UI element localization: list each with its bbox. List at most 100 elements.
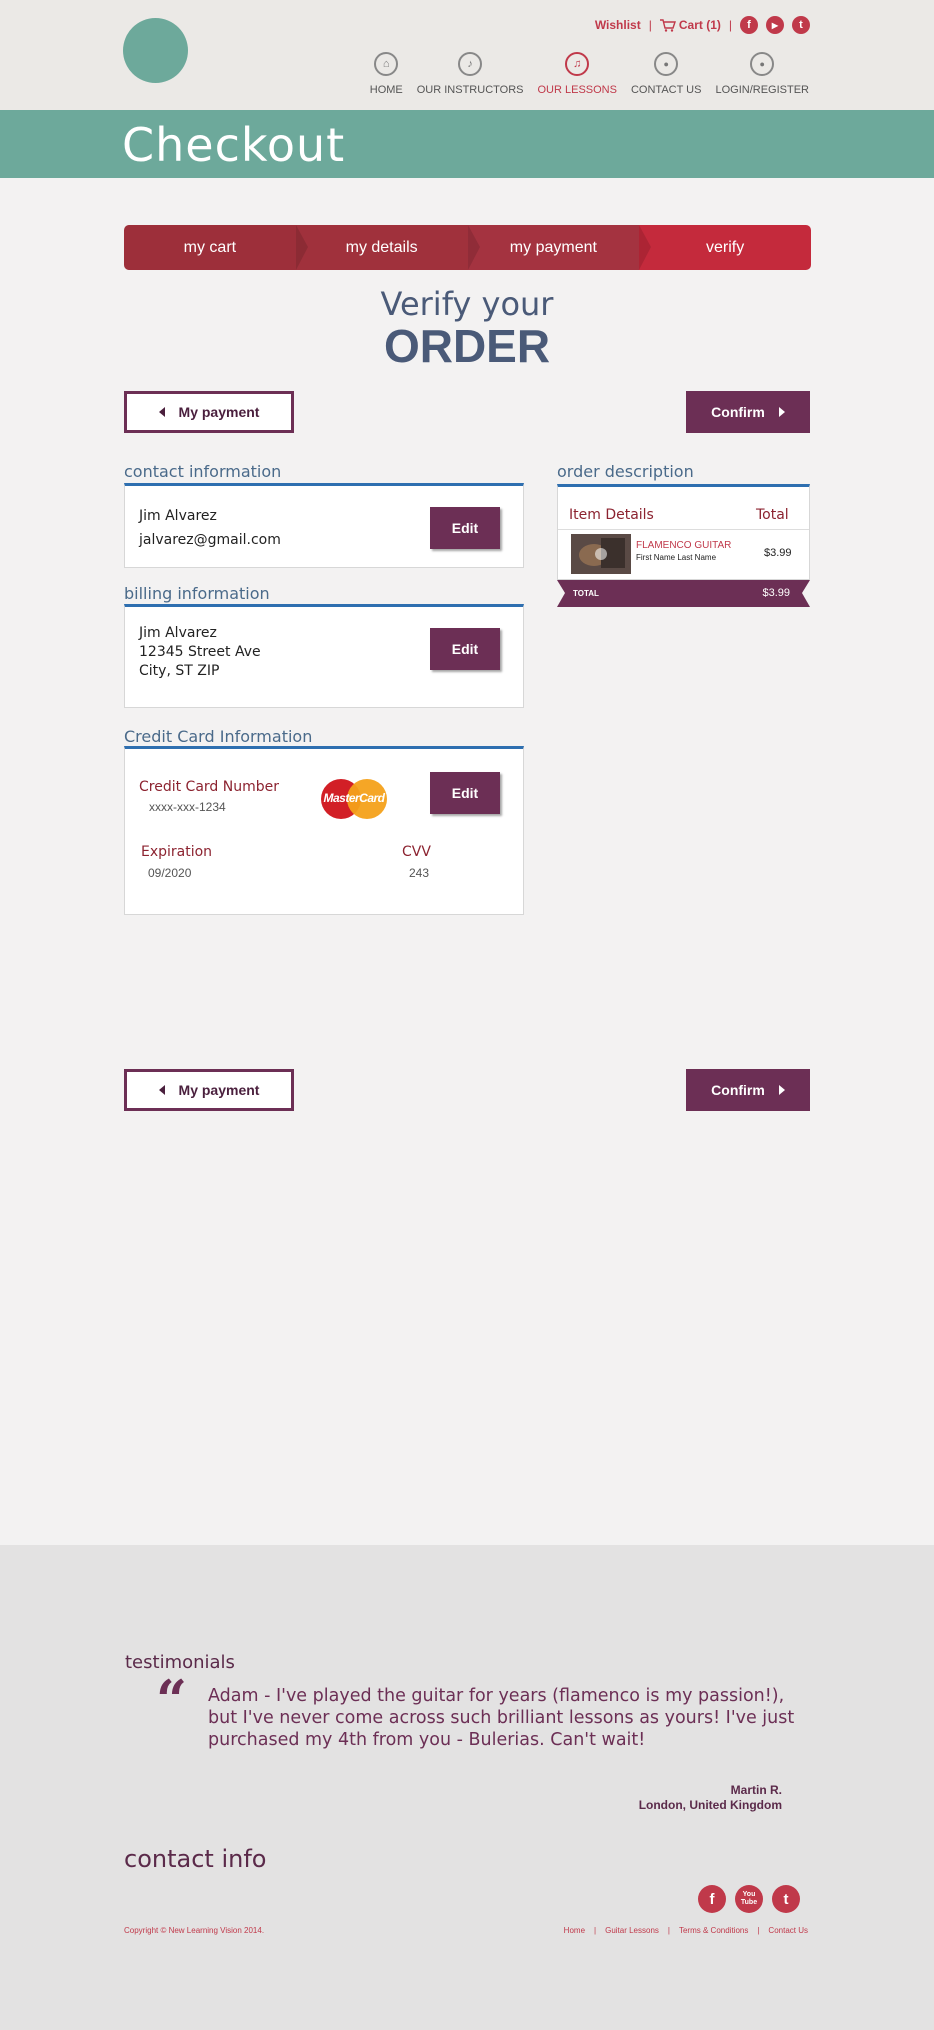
item-price: $3.99 <box>764 547 792 559</box>
back-to-payment-button[interactable]: My payment <box>124 391 294 433</box>
cart-icon <box>659 19 676 32</box>
contact-info-heading: contact info <box>124 1845 267 1873</box>
card-number: xxxx-xxx-1234 <box>149 800 226 814</box>
contact-name: Jim Alvarez <box>139 508 217 524</box>
author-name: Martin R. <box>730 1783 782 1797</box>
step-verify[interactable]: verify <box>639 225 811 270</box>
contact-info-title: contact information <box>124 462 282 481</box>
footer-link-guitar-lessons[interactable]: Guitar Lessons <box>605 1926 659 1935</box>
chat-bubble-icon: ● <box>654 52 679 76</box>
caret-right-icon <box>778 407 785 417</box>
separator: | <box>648 18 652 32</box>
verify-heading: Verify your ORDER <box>0 285 934 373</box>
twitter-icon[interactable]: t <box>792 16 810 34</box>
total-label: TOTAL <box>573 589 599 598</box>
nav-our-lessons[interactable]: ♫ OUR LESSONS <box>538 52 617 96</box>
credit-card-title: Credit Card Information <box>124 727 313 746</box>
col-total: Total <box>756 507 789 523</box>
site-header: Wishlist | Cart (1) | f ▶ t ⌂ HOME ♪ OUR… <box>0 0 934 110</box>
twitter-icon[interactable]: t <box>772 1885 800 1913</box>
nav-label: LOGIN/REGISTER <box>715 84 809 96</box>
nav-home[interactable]: ⌂ HOME <box>370 52 403 96</box>
confirm-button-label: Confirm <box>711 1082 765 1098</box>
nav-label: CONTACT US <box>630 84 702 96</box>
footer-link-contact-us[interactable]: Contact Us <box>768 1926 808 1935</box>
cvv-value: 243 <box>409 866 430 880</box>
caret-left-icon <box>158 407 165 417</box>
separator: | <box>757 1926 760 1935</box>
confirm-button-bottom[interactable]: Confirm <box>686 1069 810 1111</box>
page-banner: Checkout <box>0 110 934 178</box>
cart-link[interactable]: Cart (1) <box>659 17 721 32</box>
verify-heading-line1: Verify your <box>380 285 554 323</box>
total-value: $3.99 <box>762 587 790 599</box>
step-my-details[interactable]: my details <box>295 225 480 270</box>
expiration-value: 09/2020 <box>148 866 192 880</box>
logo[interactable] <box>123 18 188 83</box>
youtube-icon[interactable]: You Tube <box>735 1885 763 1913</box>
testimonial-text: Adam - I've played the guitar for years … <box>208 1686 795 1750</box>
youtube-icon[interactable]: ▶ <box>766 16 784 34</box>
footer-link-home[interactable]: Home <box>564 1926 585 1935</box>
nav-label: OUR LESSONS <box>537 84 617 96</box>
home-icon: ⌂ <box>374 52 399 76</box>
card-number-label: Credit Card Number <box>139 779 279 795</box>
copyright: Copyright © New Learning Vision 2014. <box>124 1926 265 1935</box>
facebook-icon[interactable]: f <box>698 1885 726 1913</box>
item-name[interactable]: FLAMENCO GUITAR <box>636 540 731 551</box>
col-item-details: Item Details <box>569 507 654 523</box>
lesson-thumbnail[interactable] <box>571 534 631 574</box>
back-to-payment-button-bottom[interactable]: My payment <box>124 1069 294 1111</box>
music-note-icon: ♪ <box>458 52 483 76</box>
top-links: Wishlist | Cart (1) | f ▶ t <box>595 16 810 34</box>
step-my-cart[interactable]: my cart <box>124 225 308 270</box>
user-icon: ● <box>750 52 775 76</box>
billing-name: Jim Alvarez <box>139 625 217 641</box>
step-my-payment[interactable]: my payment <box>467 225 651 270</box>
edit-card-button[interactable]: Edit <box>430 772 500 814</box>
caret-right-icon <box>778 1085 785 1095</box>
wishlist-link[interactable]: Wishlist <box>595 18 641 32</box>
testimonial-author: Martin R. London, United Kingdom <box>639 1783 782 1813</box>
billing-info-panel: Jim Alvarez 12345 Street Ave City, ST ZI… <box>124 604 524 708</box>
nav-contact-us[interactable]: ● CONTACT US <box>630 52 702 96</box>
edit-billing-button[interactable]: Edit <box>430 628 500 670</box>
nav-login-register[interactable]: ● LOGIN/REGISTER <box>715 52 809 96</box>
edit-contact-button[interactable]: Edit <box>430 507 500 549</box>
divider <box>558 529 809 530</box>
cvv-label: CVV <box>402 844 431 860</box>
separator: | <box>594 1926 597 1935</box>
confirm-button[interactable]: Confirm <box>686 391 810 433</box>
billing-street: 12345 Street Ave <box>139 644 261 660</box>
footer-link-terms[interactable]: Terms & Conditions <box>679 1926 748 1935</box>
card-brand: MasterCard <box>323 791 385 805</box>
guitar-icon: ♫ <box>565 52 590 76</box>
author-location: London, United Kingdom <box>638 1798 782 1812</box>
mastercard-logo: MasterCard <box>321 779 387 819</box>
contact-info-panel: Jim Alvarez jalvarez@gmail.com Edit <box>124 483 524 568</box>
verify-heading-line2: ORDER <box>383 320 551 372</box>
credit-card-panel: Credit Card Number xxxx-xxx-1234 MasterC… <box>124 746 524 915</box>
play-icon <box>595 548 607 560</box>
nav-label: OUR INSTRUCTORS <box>416 84 524 96</box>
contact-email: jalvarez@gmail.com <box>139 532 281 548</box>
separator: | <box>728 18 732 32</box>
expiration-label: Expiration <box>141 844 213 860</box>
nav-our-instructors[interactable]: ♪ OUR INSTRUCTORS <box>417 52 524 96</box>
order-total-bar: TOTAL $3.99 <box>557 580 810 607</box>
checkout-steps: my cart my details my payment verify <box>124 225 811 270</box>
billing-info-title: billing information <box>124 584 270 603</box>
page-title: Checkout <box>122 118 346 172</box>
caret-left-icon <box>158 1085 165 1095</box>
separator: | <box>667 1926 670 1935</box>
quote-icon: “ <box>156 1668 188 1732</box>
facebook-icon[interactable]: f <box>740 16 758 34</box>
back-button-label: My payment <box>178 404 260 420</box>
nav-label: HOME <box>369 84 403 96</box>
site-footer: testimonials “ Adam - I've played the gu… <box>0 1545 934 2030</box>
back-button-label: My payment <box>178 1082 260 1098</box>
cart-label: Cart (1) <box>678 17 721 32</box>
footer-links: Home | Guitar Lessons | Terms & Conditio… <box>564 1926 808 1935</box>
main-nav: ⌂ HOME ♪ OUR INSTRUCTORS ♫ OUR LESSONS ●… <box>370 52 809 96</box>
order-description-title: order description <box>557 462 694 481</box>
